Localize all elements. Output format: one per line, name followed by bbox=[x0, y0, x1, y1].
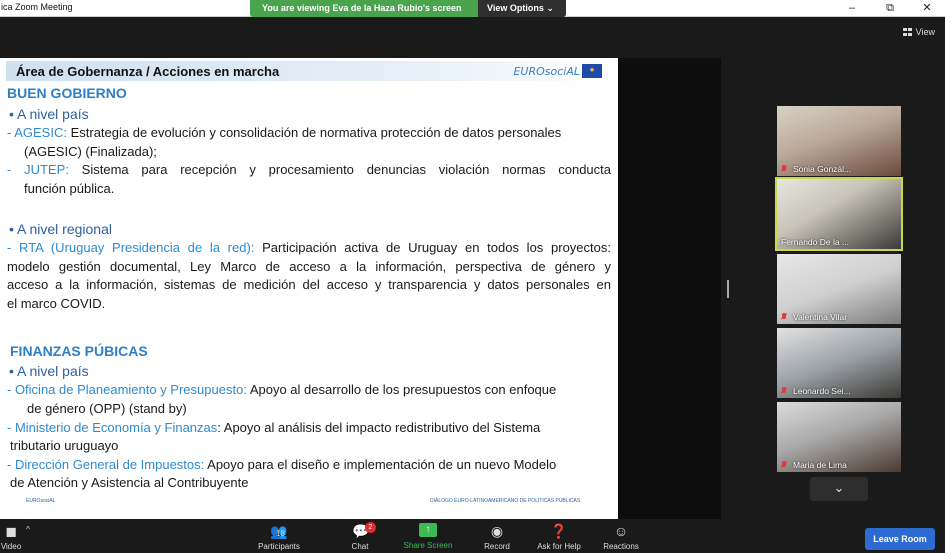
rta-line3: acceso a la información, sistemas de med… bbox=[7, 277, 611, 292]
participants-count: 18 bbox=[276, 529, 285, 538]
agesic-line1: - AGESIC: Estrategia de evolución y cons… bbox=[7, 125, 611, 140]
video-off-icon: ◼ bbox=[5, 523, 17, 539]
slide-footer-left: EUROsociAL bbox=[26, 498, 56, 504]
reactions-icon: ☺ bbox=[613, 523, 629, 539]
restore-button[interactable]: ⧉ bbox=[875, 0, 905, 17]
rta-line1: - RTA (Uruguay Presidencia de la red): P… bbox=[7, 240, 611, 255]
record-label: Record bbox=[484, 542, 510, 551]
bullet-nivel-regional: • A nivel regional bbox=[9, 221, 112, 237]
dgi-label: - Dirección General de Impuestos: bbox=[7, 457, 205, 472]
eu-flag-icon: ★ bbox=[582, 64, 602, 78]
minimize-button[interactable]: – bbox=[837, 0, 867, 17]
viewing-banner-text: You are viewing Eva de la Haza Rubio's s… bbox=[262, 3, 462, 13]
record-button[interactable]: ◉ Record bbox=[481, 523, 513, 551]
jutep-label: - JUTEP: bbox=[7, 162, 69, 177]
ask-for-help-label: Ask for Help bbox=[537, 542, 581, 551]
chat-label: Chat bbox=[351, 542, 369, 551]
agesic-text: Estrategia de evolución y consolidación … bbox=[66, 125, 562, 140]
leave-room-button[interactable]: Leave Room bbox=[865, 528, 935, 550]
reactions-button[interactable]: ☺ Reactions bbox=[600, 523, 642, 551]
jutep-line1: - JUTEP: Sistema para recepción y proces… bbox=[7, 162, 611, 177]
chat-unread-badge: 2 bbox=[365, 522, 376, 533]
dgi-text: Apoyo para el diseño e implementación de… bbox=[204, 457, 557, 472]
agesic-label: - AGESIC: bbox=[7, 125, 67, 140]
chat-button[interactable]: 💬 2 Chat bbox=[346, 522, 376, 551]
opp-label: - Oficina de Planeamiento y Presupuesto: bbox=[7, 382, 247, 397]
participants-icon: 👥 18 bbox=[254, 523, 304, 539]
mef-line1: - Ministerio de Economía y Finanzas: Apo… bbox=[7, 420, 540, 435]
agesic-line2: (AGESIC) (Finalizada); bbox=[24, 144, 157, 159]
jutep-line2: función pública. bbox=[24, 181, 115, 196]
video-button[interactable]: ◼ Video bbox=[0, 523, 22, 551]
dgi-line1: - Dirección General de Impuestos: Apoyo … bbox=[7, 457, 556, 472]
scroll-down-button[interactable]: ⌄ bbox=[810, 477, 868, 501]
logo-text: EUROsociAL bbox=[513, 65, 580, 78]
chat-icon: 💬 2 bbox=[352, 522, 376, 539]
share-screen-button[interactable]: ↑ Share Screen bbox=[400, 523, 456, 550]
close-button[interactable]: ✕ bbox=[912, 0, 942, 17]
slide-title: Área de Gobernanza / Acciones en marcha bbox=[16, 64, 280, 79]
muted-mic-icon bbox=[781, 387, 787, 395]
muted-mic-icon bbox=[781, 461, 787, 469]
jutep-text: Sistema para recepción y procesamiento d… bbox=[68, 162, 611, 177]
reactions-label: Reactions bbox=[603, 542, 639, 551]
opp-line2: de género (OPP) (stand by) bbox=[27, 401, 187, 416]
rta-line2: modelo gestión documental, Ley Marco de … bbox=[7, 259, 611, 274]
window-title: ica Zoom Meeting bbox=[1, 2, 73, 12]
view-layout-label: View bbox=[915, 27, 935, 37]
muted-mic-icon bbox=[781, 313, 787, 321]
dgi-line2: de Atención y Asistencia al Contribuyent… bbox=[10, 475, 249, 490]
mef-line2: tributario uruguayo bbox=[10, 438, 119, 453]
meeting-toolbar: ◼ Video ^ 👥 18 Participants 💬 2 Chat ↑ Sha… bbox=[0, 519, 945, 553]
participants-button[interactable]: 👥 18 Participants bbox=[254, 523, 304, 551]
shared-screen-padding bbox=[618, 58, 721, 519]
bullet-nivel-pais-2: • A nivel país bbox=[9, 363, 89, 379]
muted-mic-icon bbox=[781, 165, 787, 173]
share-screen-label: Share Screen bbox=[403, 541, 453, 550]
participant-tile-active[interactable]: Fernando De la ... bbox=[775, 177, 903, 251]
viewing-banner: You are viewing Eva de la Haza Rubio's s… bbox=[250, 0, 566, 17]
record-icon: ◉ bbox=[490, 523, 504, 539]
opp-text: Apoyo al desarrollo de los presupuestos … bbox=[246, 382, 557, 397]
mef-text: : Apoyo al análisis del impacto redistri… bbox=[217, 420, 541, 435]
share-screen-icon: ↑ bbox=[419, 523, 437, 537]
video-label: Video bbox=[0, 542, 22, 551]
grid-icon bbox=[902, 28, 912, 36]
participant-tile[interactable]: Sonia Gonzál... bbox=[777, 106, 901, 176]
video-options-caret[interactable]: ^ bbox=[22, 525, 34, 534]
participant-name: Sonia Gonzál... bbox=[793, 164, 852, 174]
shared-screen: Área de Gobernanza / Acciones en marcha … bbox=[0, 58, 618, 519]
rta-label: - RTA (Uruguay Presidencia de la red): bbox=[7, 240, 255, 255]
participant-name: Valentina Vilar bbox=[793, 312, 848, 322]
participants-label: Participants bbox=[258, 542, 300, 551]
mef-label: - Ministerio de Economía y Finanzas bbox=[7, 420, 218, 435]
title-bar: ica Zoom Meeting You are viewing Eva de … bbox=[0, 0, 945, 17]
participant-tile[interactable]: Valentina Vilar bbox=[777, 254, 901, 324]
rta-text: Participación activa de Uruguay en todos… bbox=[254, 240, 611, 255]
view-options-button[interactable]: View Options ⌄ bbox=[478, 0, 566, 17]
help-icon: ❓ bbox=[550, 523, 568, 539]
opp-line1: - Oficina de Planeamiento y Presupuesto:… bbox=[7, 382, 556, 397]
rta-line4: el marco COVID. bbox=[7, 296, 106, 311]
participant-tile[interactable]: Maria de Lima bbox=[777, 402, 901, 472]
participant-tile[interactable]: Leonardo Sei... bbox=[777, 328, 901, 398]
slide-footer-right: DIÁLOGO EURO-LATINOAMERICANO DE POLÍTICA… bbox=[430, 498, 581, 504]
section-buen-gobierno: BUEN GOBIERNO bbox=[7, 85, 127, 101]
splitter-handle[interactable] bbox=[727, 280, 729, 298]
zoom-window: ica Zoom Meeting You are viewing Eva de … bbox=[0, 0, 945, 553]
bullet-nivel-pais-1: • A nivel país bbox=[9, 106, 89, 122]
participant-name: Leonardo Sei... bbox=[793, 386, 851, 396]
ask-for-help-button[interactable]: ❓ Ask for Help bbox=[533, 523, 585, 551]
section-finanzas: FINANZAS PÚBICAS bbox=[10, 343, 148, 359]
participant-name: Maria de Lima bbox=[793, 460, 847, 470]
participant-name: Fernando De la ... bbox=[781, 237, 850, 247]
view-layout-button[interactable]: View bbox=[902, 27, 935, 37]
